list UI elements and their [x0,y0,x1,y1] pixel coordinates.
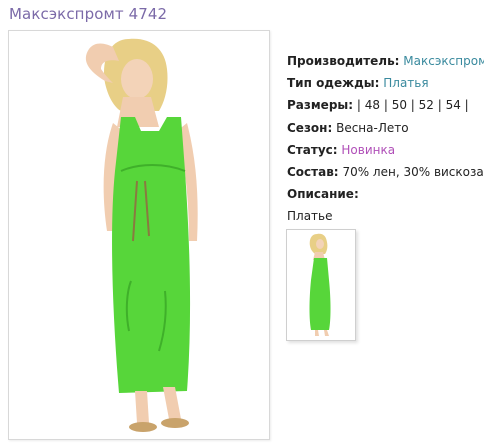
status-label: Статус: [287,142,338,157]
product-photo [9,31,269,439]
page-title: Максэкспромт 4742 [9,5,168,23]
manufacturer-label: Производитель: [287,54,400,68]
manufacturer-row: Производитель: Максэкспромт [287,52,484,74]
thumbnail-photo [287,230,355,340]
composition-row: Состав: 70% лен, 30% вискоза [287,163,484,185]
composition-value: 70% лен, 30% вискоза [342,164,484,179]
description-value-row: Платье [287,207,484,229]
type-link[interactable]: Платья [383,76,428,90]
product-properties: Производитель: Максэкспромт Тип одежды: … [287,52,484,230]
description-value: Платье [287,209,333,224]
type-row: Тип одежды: Платья [287,74,484,96]
description-row: Описание: [287,185,484,207]
product-thumbnail[interactable] [286,229,356,341]
season-row: Сезон: Весна-Лето [287,119,484,141]
status-link[interactable]: Новинка [341,143,395,157]
status-row: Статус: Новинка [287,141,484,163]
season-label: Сезон: [287,120,333,135]
sizes-row: Размеры: | 48 | 50 | 52 | 54 | [287,96,484,118]
product-main-image[interactable] [8,30,270,440]
type-label: Тип одежды: [287,76,380,91]
season-value: Весна-Лето [336,120,409,135]
sizes-label: Размеры: [287,98,354,113]
manufacturer-link[interactable]: Максэкспромт [403,54,484,68]
composition-label: Состав: [287,164,339,179]
description-label: Описание: [287,187,359,202]
sizes-value: | 48 | 50 | 52 | 54 | [356,98,469,113]
